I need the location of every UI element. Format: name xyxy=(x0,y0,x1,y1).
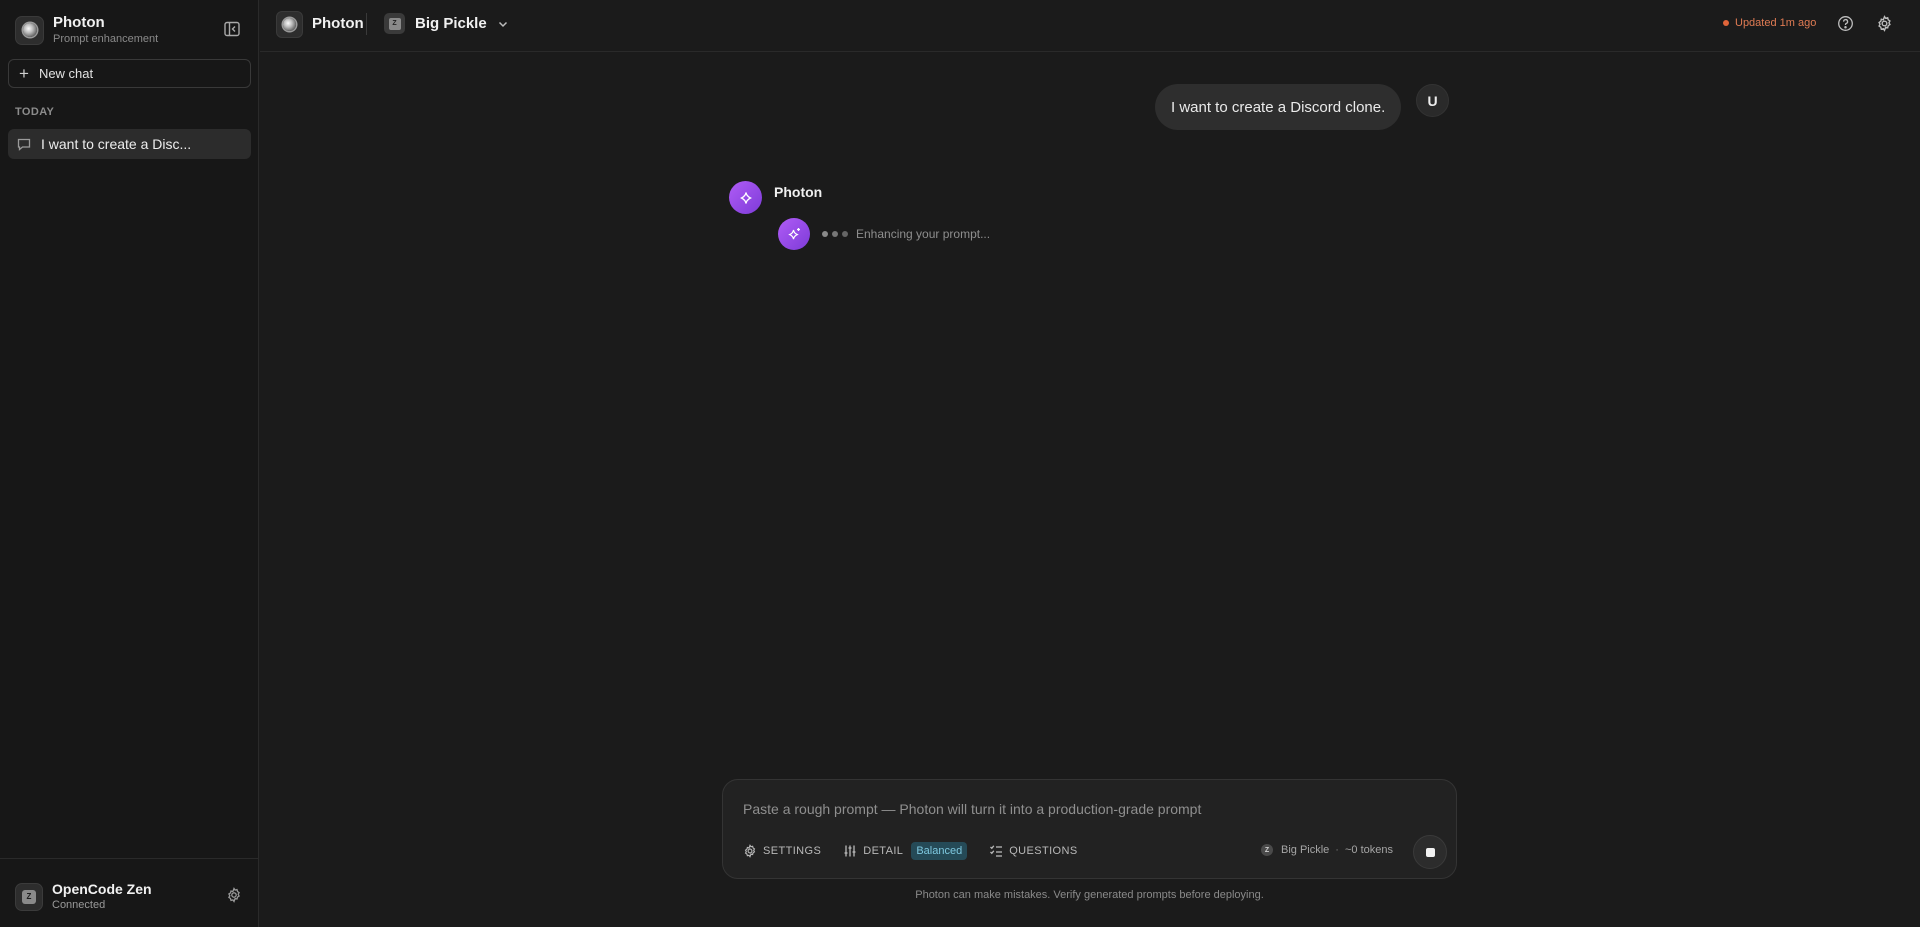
settings-label: SETTINGS xyxy=(763,845,822,857)
app-subtitle: Prompt enhancement xyxy=(53,33,159,45)
detail-button[interactable]: DETAIL Balanced xyxy=(843,842,968,860)
help-icon[interactable] xyxy=(1837,15,1854,32)
model-provider-icon: Z xyxy=(384,13,405,34)
sparkle-icon xyxy=(739,191,752,204)
user-message: I want to create a Discord clone. xyxy=(1155,84,1402,130)
stop-button[interactable] xyxy=(1413,835,1447,869)
assistant-avatar xyxy=(729,181,762,214)
questions-button[interactable]: QUESTIONS xyxy=(989,844,1077,858)
status-dot-icon xyxy=(1723,20,1729,26)
prompt-input[interactable]: Paste a rough prompt — Photon will turn … xyxy=(743,801,1201,817)
disclaimer: Photon can make mistakes. Verify generat… xyxy=(915,889,1264,901)
sidebar-footer: Z OpenCode Zen Connected xyxy=(0,858,259,927)
new-chat-label: New chat xyxy=(38,66,94,81)
assistant-name: Photon xyxy=(774,184,823,200)
plus-icon: + xyxy=(19,64,29,83)
topbar: Photon Z Big Pickle Updated 1m ago xyxy=(260,0,1920,52)
composer-tools: SETTINGS DETAIL Balanced QUESTIONS xyxy=(743,842,1100,860)
composer-model-name: Big Pickle xyxy=(1281,844,1330,856)
sidebar: Photon Prompt enhancement + New chat TOD… xyxy=(0,0,259,927)
model-name: Big Pickle xyxy=(415,15,487,32)
chat-bubble-icon xyxy=(17,138,31,151)
topbar-divider xyxy=(366,13,367,35)
update-status-text: Updated 1m ago xyxy=(1735,17,1817,29)
sparkles-icon xyxy=(787,227,800,239)
chevron-down-icon xyxy=(498,21,507,27)
assistant-status: Enhancing your prompt... xyxy=(856,227,991,241)
model-provider-icon: Z xyxy=(1261,844,1273,856)
collapse-sidebar-icon[interactable] xyxy=(223,20,241,38)
provider-status: Connected xyxy=(52,899,106,911)
new-chat-button[interactable]: + New chat xyxy=(8,59,251,88)
detail-label: DETAIL xyxy=(863,845,904,857)
token-count: ~0 tokens xyxy=(1344,844,1393,856)
detail-level-badge: Balanced xyxy=(911,842,968,860)
questions-label: QUESTIONS xyxy=(1009,845,1078,857)
gear-icon xyxy=(744,844,756,858)
history-section-label: TODAY xyxy=(15,106,55,118)
app-root: Photon Prompt enhancement + New chat TOD… xyxy=(0,0,1920,927)
user-avatar: U xyxy=(1416,84,1449,117)
settings-gear-icon[interactable] xyxy=(1876,15,1893,32)
stop-icon xyxy=(1425,847,1435,857)
history-item-label: I want to create a Disc... xyxy=(41,136,192,152)
photon-logo-icon xyxy=(15,15,44,45)
composer-meta: Z Big Pickle · ~0 tokens xyxy=(1261,844,1393,856)
composer: Paste a rough prompt — Photon will turn … xyxy=(722,779,1457,879)
update-status: Updated 1m ago xyxy=(1723,17,1816,29)
provider-icon: Z xyxy=(15,882,43,911)
photon-logo-icon xyxy=(276,11,303,38)
settings-button[interactable]: SETTINGS xyxy=(743,844,821,858)
model-selector[interactable]: Z Big Pickle xyxy=(384,13,509,34)
provider-info: Z OpenCode Zen Connected xyxy=(15,881,152,912)
sliders-icon xyxy=(844,845,856,857)
assistant-working-icon xyxy=(778,218,810,250)
sidebar-brand: Photon Prompt enhancement xyxy=(15,14,158,46)
typing-indicator: Enhancing your prompt... xyxy=(822,227,990,241)
app-name: Photon xyxy=(53,14,105,31)
provider-name: OpenCode Zen xyxy=(52,881,152,897)
history-item[interactable]: I want to create a Disc... xyxy=(8,129,251,159)
provider-settings-icon[interactable] xyxy=(226,887,242,903)
topbar-app-name: Photon xyxy=(312,15,364,32)
list-check-icon xyxy=(990,845,1003,857)
